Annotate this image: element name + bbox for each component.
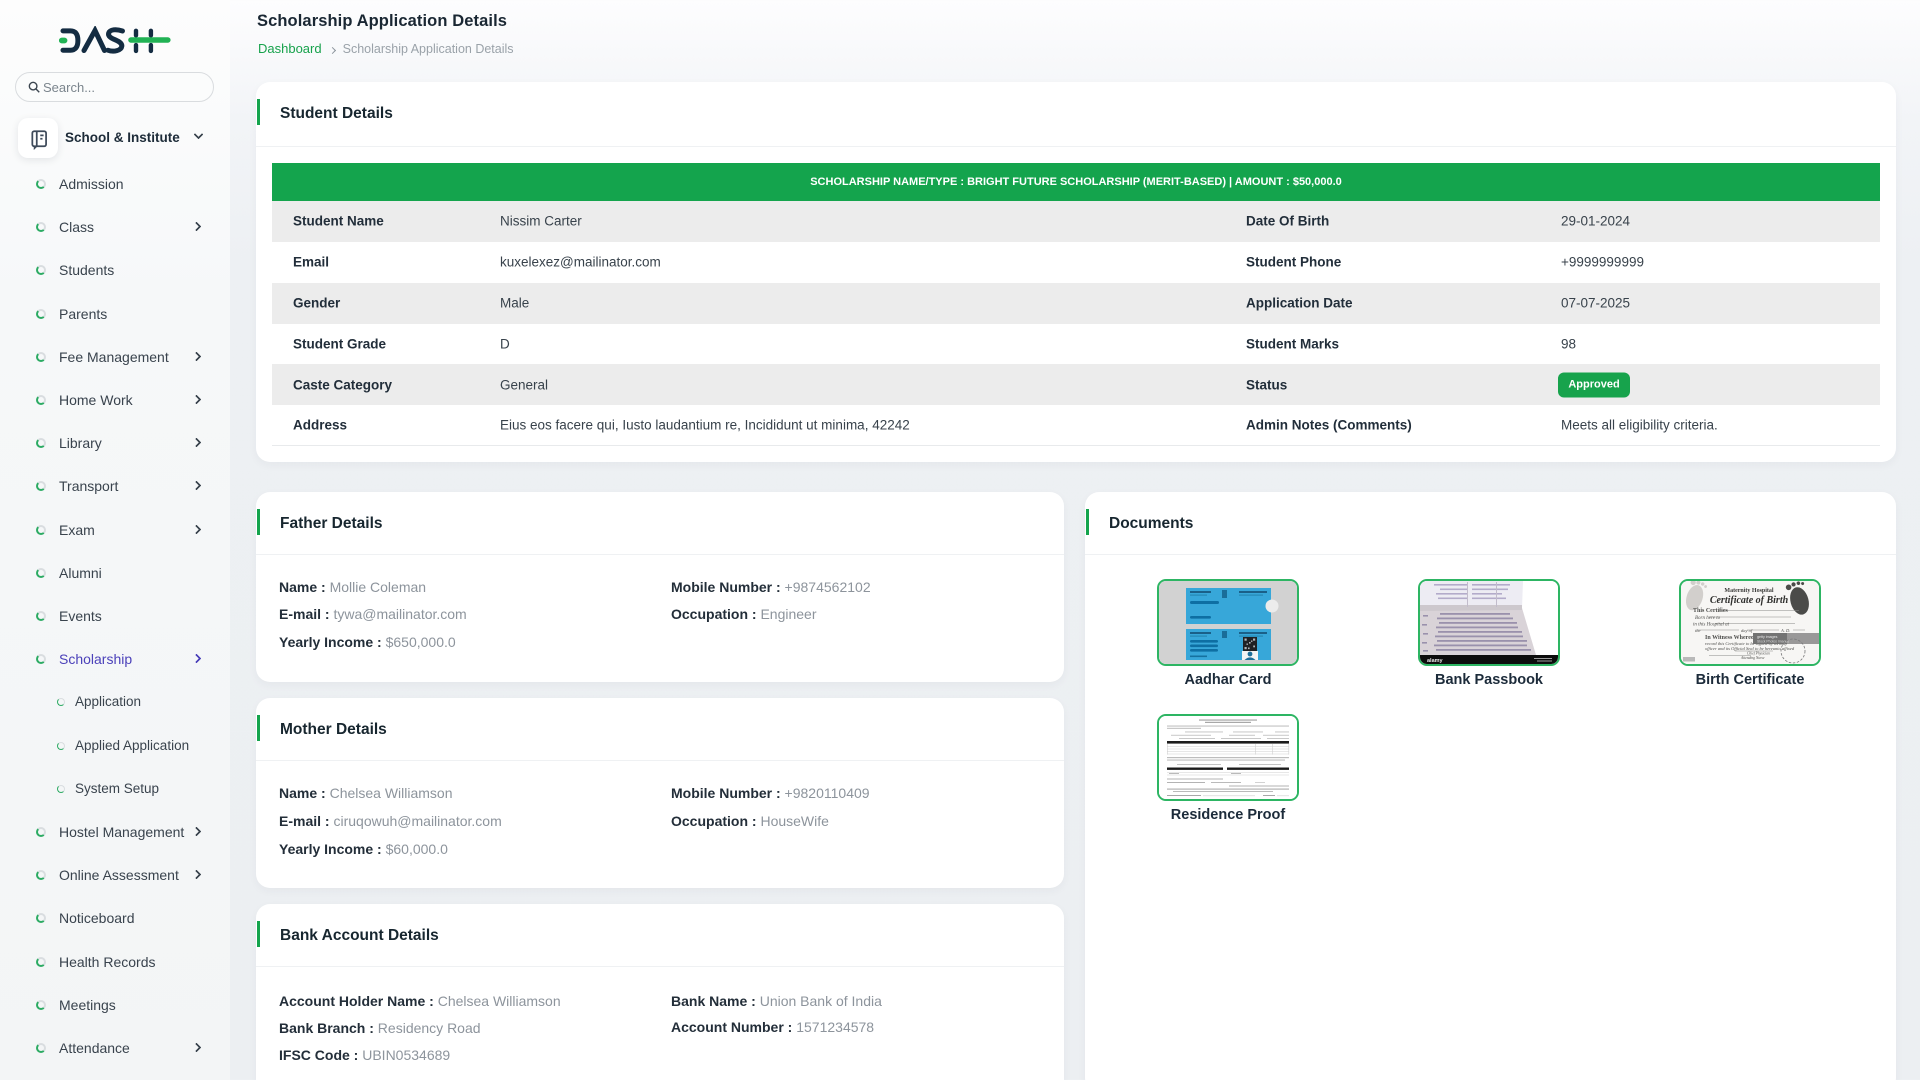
svg-text:Certificate of Birth: Certificate of Birth [1710, 595, 1789, 606]
svg-text:getty images: getty images [1757, 635, 1778, 639]
svg-text:in this Hospital at: in this Hospital at [1693, 623, 1730, 628]
svg-text:This Certifies: This Certifies [1693, 608, 1728, 614]
svg-text:the: the [1695, 628, 1701, 633]
svg-text:Chief Physician: Chief Physician [1747, 652, 1770, 656]
svg-text:A. D.: A. D. [1780, 628, 1790, 633]
svg-text:Attending Nurse: Attending Nurse [1740, 656, 1765, 660]
svg-text:day of: day of [1741, 628, 1753, 633]
svg-text:alamy: alamy [1427, 658, 1444, 664]
svg-text:Maternity Hospital: Maternity Hospital [1724, 588, 1773, 594]
svg-text:Born here to: Born here to [1695, 616, 1721, 621]
